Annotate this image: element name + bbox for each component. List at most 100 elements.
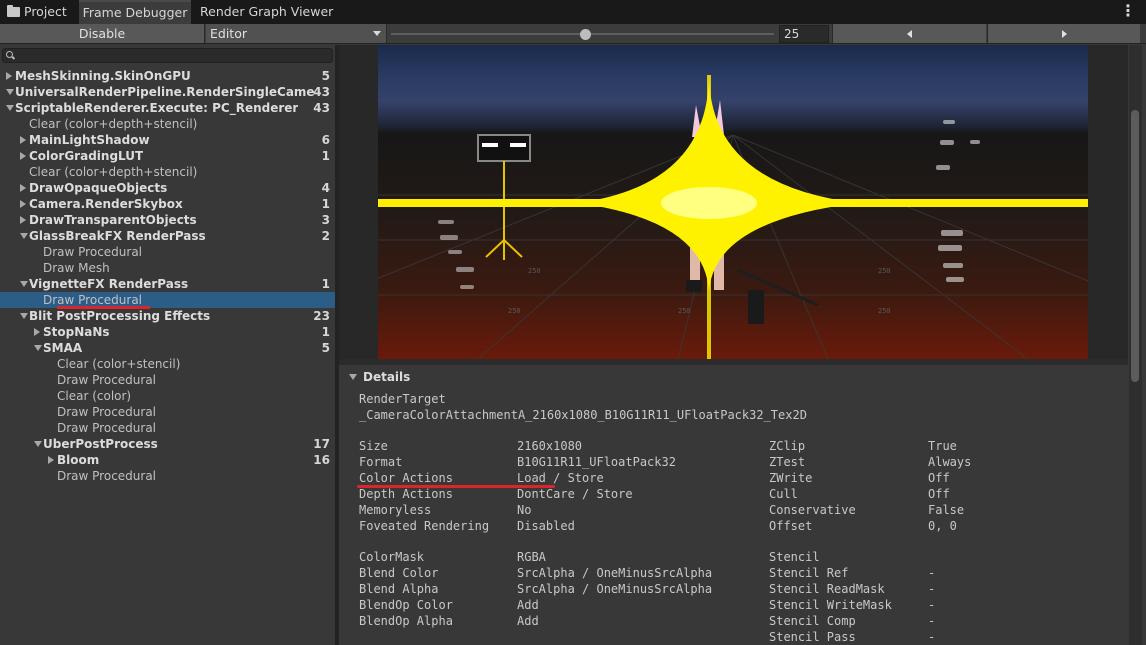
tree-item-label: GlassBreakFX RenderPass bbox=[29, 229, 206, 243]
detail-key: ZClip bbox=[769, 439, 806, 453]
disable-button[interactable]: Disable bbox=[0, 24, 205, 43]
tree-item-selected[interactable]: Draw Procedural bbox=[0, 292, 335, 308]
tab-project-label: Project bbox=[24, 4, 67, 19]
foldout-open-icon[interactable] bbox=[6, 89, 14, 95]
foldout-closed-icon[interactable] bbox=[20, 136, 26, 144]
vertical-scrollbar[interactable] bbox=[1129, 45, 1142, 645]
tree-item[interactable]: Draw Procedural bbox=[0, 468, 335, 484]
tree-item[interactable]: Blit PostProcessing Effects 23 bbox=[0, 308, 335, 324]
tree-item[interactable]: ScriptableRenderer.Execute: PC_Renderer 4… bbox=[0, 100, 335, 116]
detail-key: Foveated Rendering bbox=[359, 519, 490, 533]
tree-item[interactable]: MainLightShadow 6 bbox=[0, 132, 335, 148]
detail-value: - bbox=[928, 630, 936, 644]
detail-value: Off bbox=[928, 487, 950, 501]
tree-item-count: 43 bbox=[313, 85, 330, 99]
tree-item-label: MainLightShadow bbox=[29, 133, 150, 147]
event-index-field[interactable]: 25 bbox=[779, 25, 829, 43]
tab-frame-debugger[interactable]: Frame Debugger bbox=[79, 0, 191, 24]
detail-value: Add bbox=[517, 614, 539, 628]
tree-item-label: Draw Procedural bbox=[57, 373, 157, 387]
tree-item-label: Draw Procedural bbox=[57, 469, 157, 483]
tree-item-count: 5 bbox=[321, 69, 330, 83]
foldout-closed-icon[interactable] bbox=[20, 200, 26, 208]
target-dropdown-value: Editor bbox=[210, 26, 247, 41]
tree-item-label: UniversalRenderPipeline.RenderSingleCame… bbox=[15, 85, 314, 99]
tree-item[interactable]: SMAA 5 bbox=[0, 340, 335, 356]
foldout-closed-icon[interactable] bbox=[6, 72, 12, 80]
tree-item[interactable]: Draw Procedural bbox=[0, 404, 335, 420]
foldout-open-icon[interactable] bbox=[20, 313, 28, 319]
tree-item[interactable]: UniversalRenderPipeline.RenderSingleCame… bbox=[0, 84, 335, 100]
arrow-right-icon bbox=[1062, 30, 1067, 38]
next-event-button[interactable] bbox=[987, 24, 1140, 43]
tree-item-label: ColorGradingLUT bbox=[29, 149, 144, 163]
detail-key: Format bbox=[359, 455, 403, 469]
tree-item[interactable]: Clear (color+depth+stencil) bbox=[0, 164, 335, 180]
target-dropdown[interactable]: Editor bbox=[206, 24, 387, 43]
tree-item-count: 1 bbox=[321, 197, 330, 211]
details-header[interactable]: Details bbox=[339, 368, 1128, 386]
tree-item[interactable]: GlassBreakFX RenderPass 2 bbox=[0, 228, 335, 244]
foldout-open-icon[interactable] bbox=[6, 105, 14, 111]
more-options-icon[interactable]: ⋮ bbox=[1120, 2, 1136, 20]
tree-item-label: Clear (color+stencil) bbox=[57, 357, 181, 371]
detail-key: Stencil Ref bbox=[769, 566, 849, 580]
event-slider-handle[interactable] bbox=[580, 29, 591, 40]
tab-project[interactable]: Project bbox=[0, 0, 76, 24]
tree-item[interactable]: Camera.RenderSkybox 1 bbox=[0, 196, 335, 212]
foldout-open-icon[interactable] bbox=[34, 345, 42, 351]
tree-item[interactable]: Draw Mesh bbox=[0, 260, 335, 276]
tree-item[interactable]: DrawTransparentObjects 3 bbox=[0, 212, 335, 228]
foldout-open-icon[interactable] bbox=[34, 441, 42, 447]
search-icon bbox=[6, 51, 13, 58]
tree-item-count: 17 bbox=[313, 437, 330, 451]
tree-item-label: MeshSkinning.SkinOnGPU bbox=[15, 69, 191, 83]
tree-item-label: Blit PostProcessing Effects bbox=[29, 309, 211, 323]
detail-key: Stencil ReadMask bbox=[769, 582, 885, 596]
detail-key: ColorMask bbox=[359, 550, 425, 564]
lens-flare bbox=[378, 75, 1088, 359]
stage-light bbox=[477, 134, 531, 260]
detail-key: Stencil Comp bbox=[769, 614, 856, 628]
foldout-closed-icon[interactable] bbox=[20, 152, 26, 160]
tree-item[interactable]: StopNaNs 1 bbox=[0, 324, 335, 340]
render-preview-area: 250 250 250 250 250 bbox=[339, 45, 1128, 359]
tree-item[interactable]: Clear (color+depth+stencil) bbox=[0, 116, 335, 132]
detail-key: Stencil Pass bbox=[769, 630, 856, 644]
tree-item-label: DrawOpaqueObjects bbox=[29, 181, 168, 195]
foldout-open-icon[interactable] bbox=[20, 233, 28, 239]
tree-item[interactable]: Draw Procedural bbox=[0, 244, 335, 260]
foldout-closed-icon[interactable] bbox=[48, 456, 54, 464]
tree-item[interactable]: Draw Procedural bbox=[0, 420, 335, 436]
tree-item[interactable]: UberPostProcess 17 bbox=[0, 436, 335, 452]
tree-item[interactable]: Draw Procedural bbox=[0, 372, 335, 388]
previous-event-button[interactable] bbox=[832, 24, 986, 43]
tree-item-label: Draw Procedural bbox=[57, 405, 157, 419]
render-target-value: _CameraColorAttachmentA_2160x1080_B10G11… bbox=[359, 408, 807, 422]
tree-item-label: UberPostProcess bbox=[43, 437, 158, 451]
tree-item[interactable]: VignetteFX RenderPass 1 bbox=[0, 276, 335, 292]
arrow-left-icon bbox=[907, 30, 912, 38]
scene-illustration: 250 250 250 250 250 bbox=[378, 75, 1088, 359]
tree-item[interactable]: Clear (color) bbox=[0, 388, 335, 404]
detail-key: Cull bbox=[769, 487, 798, 501]
detail-key: ZWrite bbox=[769, 471, 813, 485]
detail-key: BlendOp Alpha bbox=[359, 614, 453, 628]
tree-item[interactable]: ColorGradingLUT 1 bbox=[0, 148, 335, 164]
tree-item[interactable]: DrawOpaqueObjects 4 bbox=[0, 180, 335, 196]
tree-item-label: StopNaNs bbox=[43, 325, 110, 339]
foldout-closed-icon[interactable] bbox=[20, 216, 26, 224]
scrollbar-thumb[interactable] bbox=[1131, 110, 1139, 382]
tree-item[interactable]: MeshSkinning.SkinOnGPU 5 bbox=[0, 68, 335, 84]
detail-value: - bbox=[928, 598, 936, 612]
search-field[interactable] bbox=[2, 48, 333, 63]
foldout-closed-icon[interactable] bbox=[20, 184, 26, 192]
tree-item[interactable]: Bloom 16 bbox=[0, 452, 335, 468]
tree-item[interactable]: Clear (color+stencil) bbox=[0, 356, 335, 372]
detail-value: Always bbox=[928, 455, 972, 469]
foldout-closed-icon[interactable] bbox=[34, 328, 40, 336]
tab-render-graph-viewer[interactable]: Render Graph Viewer bbox=[194, 0, 334, 24]
detail-key: Conservative bbox=[769, 503, 856, 517]
foldout-open-icon[interactable] bbox=[20, 281, 28, 287]
detail-value: False bbox=[928, 503, 965, 517]
